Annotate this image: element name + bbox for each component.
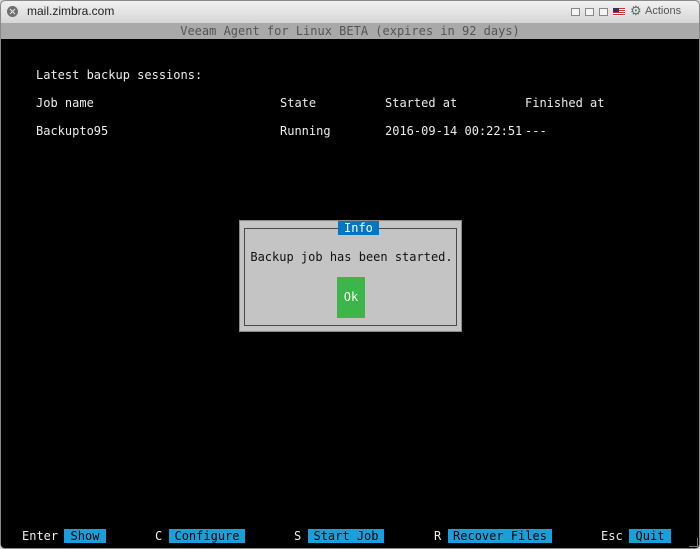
- flag-icon[interactable]: [613, 8, 625, 16]
- start-job-button[interactable]: Start Job: [308, 529, 384, 543]
- window-titlebar: mail.zimbra.com ⚙ Actions: [1, 1, 699, 24]
- control-icon-3[interactable]: [599, 8, 608, 16]
- hotkey-key-r: R: [434, 529, 442, 543]
- terminal-banner: Veeam Agent for Linux BETA (expires in 9…: [1, 24, 699, 39]
- column-header-state: State: [280, 96, 317, 110]
- sessions-heading: Latest backup sessions:: [36, 68, 203, 82]
- dialog-title: Info: [338, 221, 379, 235]
- hotkey-key-c: C: [155, 529, 163, 543]
- column-header-job-name: Job name: [36, 96, 94, 110]
- recover-files-button[interactable]: Recover Files: [448, 529, 552, 543]
- column-header-finished-at: Finished at: [525, 96, 605, 110]
- row-job-name[interactable]: Backupto95: [36, 124, 108, 138]
- configure-button[interactable]: Configure: [169, 529, 245, 543]
- terminal-screen[interactable]: Veeam Agent for Linux BETA (expires in 9…: [1, 24, 699, 548]
- dialog-message: Backup job has been started.: [250, 250, 453, 264]
- info-dialog: Info Backup job has been started. Ok: [239, 220, 462, 332]
- hotkey-key-esc: Esc: [601, 529, 623, 543]
- quit-button[interactable]: Quit: [629, 529, 671, 543]
- control-icon-2[interactable]: [585, 8, 594, 16]
- close-icon[interactable]: [7, 6, 18, 17]
- resize-grip-icon[interactable]: [689, 538, 698, 547]
- hotkey-key-s: S: [294, 529, 302, 543]
- ok-button[interactable]: Ok: [337, 277, 365, 318]
- row-finished-at: ---: [525, 124, 547, 138]
- row-started-at: 2016-09-14 00:22:51: [385, 124, 523, 138]
- show-button[interactable]: Show: [64, 529, 106, 543]
- control-icon-1[interactable]: [571, 8, 580, 16]
- column-header-started-at: Started at: [385, 96, 458, 110]
- gear-icon[interactable]: ⚙: [630, 4, 642, 18]
- hotkey-key-enter: Enter: [22, 529, 59, 543]
- remote-console-window: mail.zimbra.com ⚙ Actions Veeam Agent fo…: [0, 0, 700, 549]
- actions-menu[interactable]: Actions: [645, 5, 681, 17]
- window-title: mail.zimbra.com: [27, 4, 115, 18]
- row-state: Running: [280, 124, 331, 138]
